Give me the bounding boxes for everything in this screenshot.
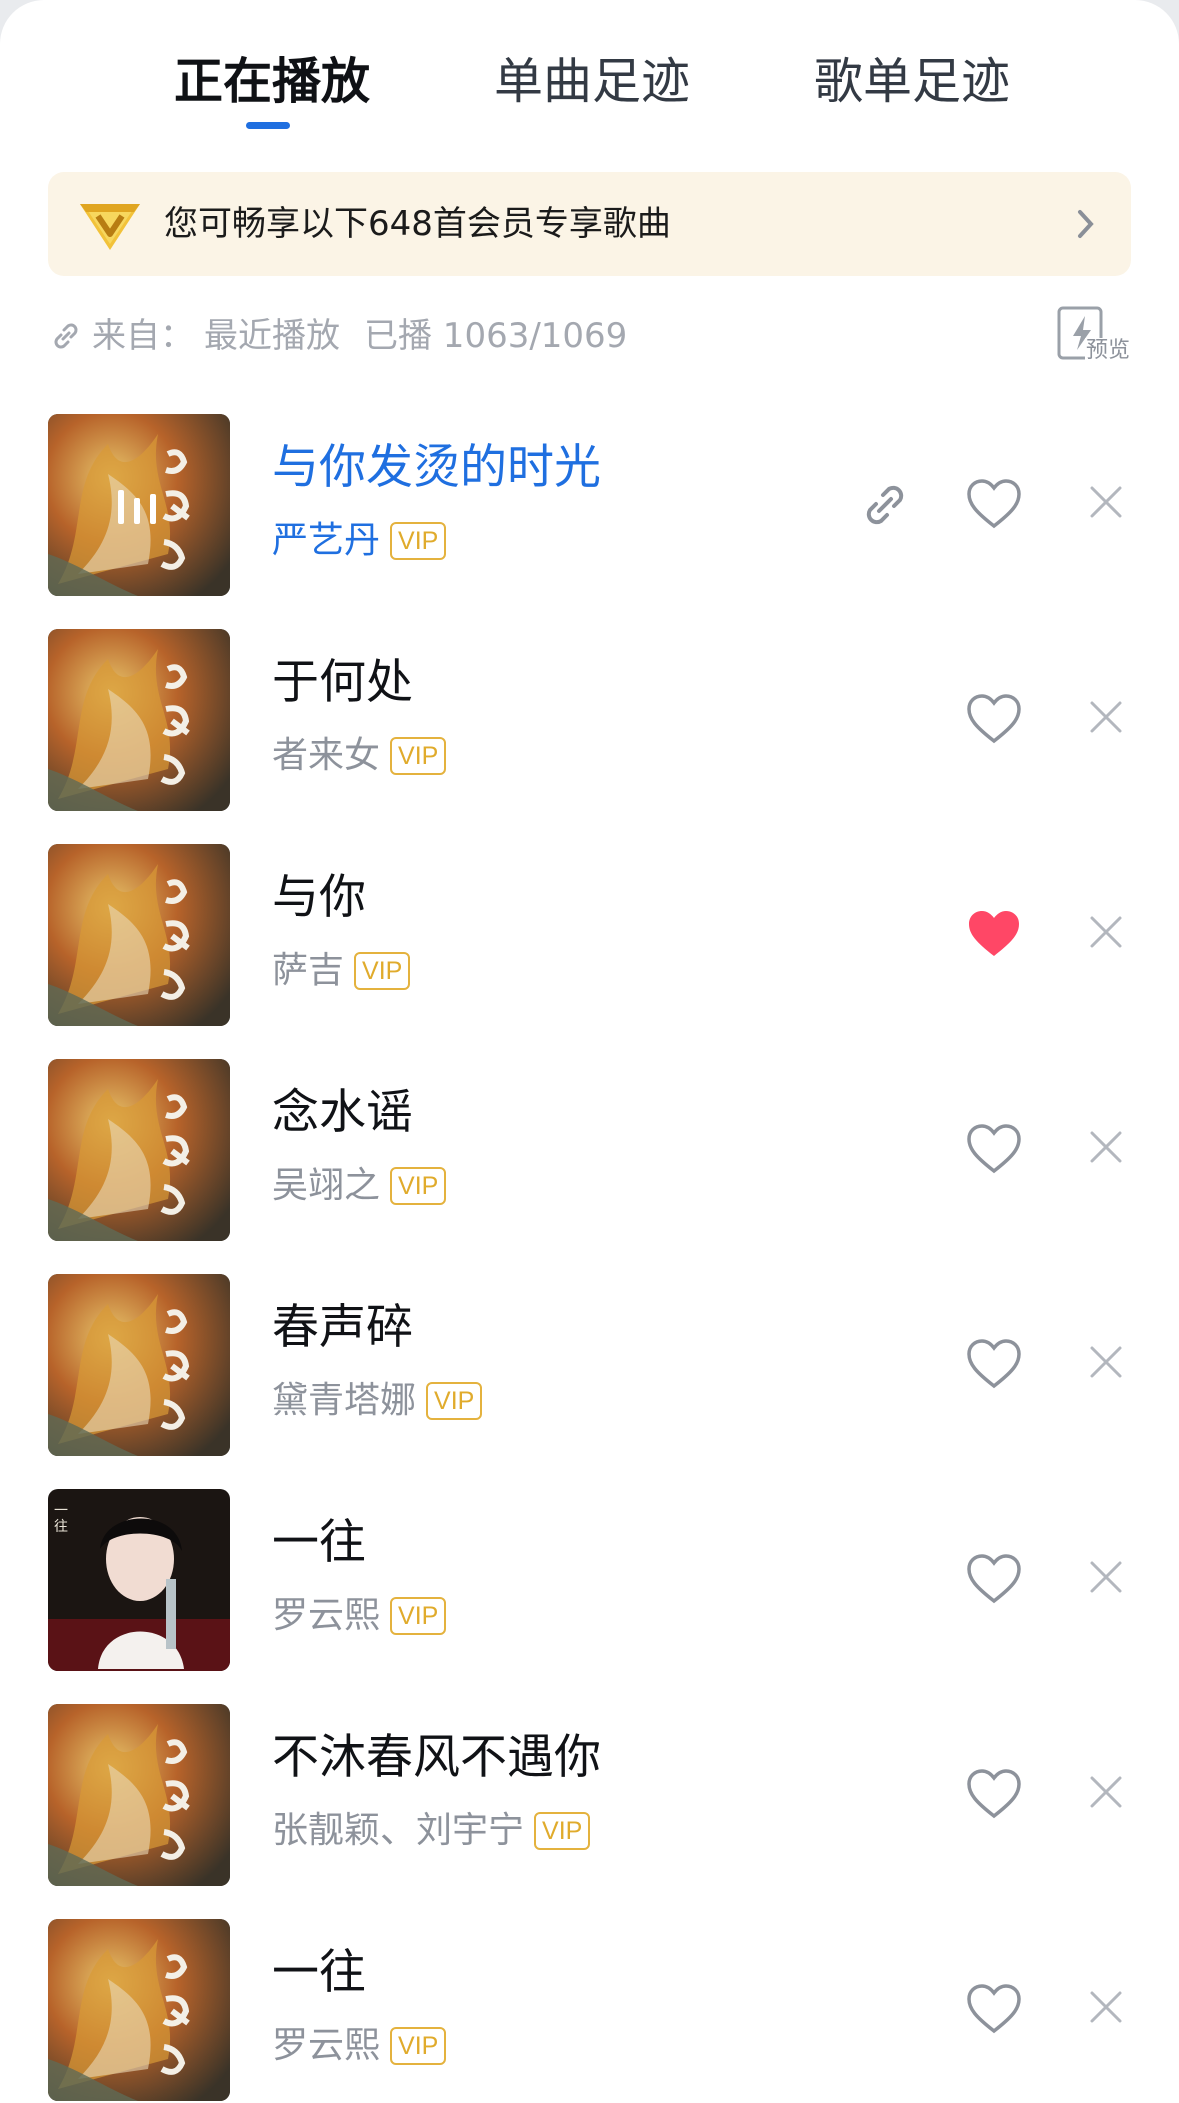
link-icon [54, 323, 78, 349]
source-label: 来自： [92, 316, 194, 356]
source-text: 来自： 最近播放 已播 1063/1069 [92, 306, 627, 366]
vip-banner[interactable]: 您可畅享以下648首会员专享歌曲 [48, 172, 1131, 276]
source-info: 来自： 最近播放 已播 1063/1069 预览 [48, 306, 1131, 366]
song-title: 与你发烫的时光 [272, 440, 601, 495]
vip-badge: VIP [390, 737, 447, 775]
song-title: 念水谣 [272, 1085, 413, 1140]
remove-icon[interactable] [1086, 1127, 1126, 1167]
remove-icon[interactable] [1086, 1987, 1126, 2027]
artist-line: 萨吉 VIP [272, 948, 411, 994]
remove-icon[interactable] [1086, 1342, 1126, 1382]
album-cover[interactable] [48, 414, 230, 596]
chain-link-icon[interactable] [858, 478, 912, 532]
chevron-right-icon [1078, 210, 1094, 238]
heart-icon[interactable] [966, 693, 1022, 745]
artist-line: 罗云熙 VIP [272, 2023, 447, 2069]
remove-icon[interactable] [1086, 482, 1126, 522]
preview-button[interactable]: 预览 [1049, 304, 1131, 370]
artist-line: 吴翊之 VIP [272, 1163, 447, 1209]
album-cover[interactable] [48, 629, 230, 811]
artist-name: 严艺丹 [272, 520, 381, 561]
active-tab-indicator [246, 122, 290, 129]
artist-name: 吴翊之 [272, 1165, 381, 1206]
artist-name: 罗云熙 [272, 2025, 381, 2066]
vip-badge: VIP [390, 2027, 447, 2065]
remove-icon[interactable] [1086, 1557, 1126, 1597]
song-title: 春声碎 [272, 1300, 413, 1355]
song-title: 与你 [272, 870, 366, 925]
played-count: 已播 1063/1069 [364, 316, 628, 356]
cover-title-text: 一往 [54, 1503, 68, 1535]
tab-now-playing[interactable]: 正在播放 [174, 52, 370, 112]
song-row[interactable]: 与你发烫的时光严艺丹 VIP [0, 396, 1179, 612]
tab-song-history[interactable]: 单曲足迹 [494, 52, 690, 112]
artist-line: 张靓颖、刘宇宁 VIP [272, 1808, 591, 1854]
artist-line: 罗云熙 VIP [272, 1593, 447, 1639]
remove-icon[interactable] [1086, 912, 1126, 952]
song-title: 一往 [272, 1945, 366, 2000]
album-cover[interactable]: 一往 [48, 1489, 230, 1671]
artist-line: 黛青塔娜 VIP [272, 1378, 483, 1424]
album-cover[interactable] [48, 1919, 230, 2101]
song-row[interactable]: 一往罗云熙 VIP [0, 1901, 1179, 2103]
album-cover[interactable] [48, 1274, 230, 1456]
vip-badge: VIP [390, 522, 447, 560]
heart-filled-icon[interactable] [966, 908, 1022, 960]
song-row[interactable]: 不沐春风不遇你张靓颖、刘宇宁 VIP [0, 1686, 1179, 1902]
artist-name: 萨吉 [272, 950, 345, 991]
vip-badge: VIP [390, 1597, 447, 1635]
playlist-sheet: 正在播放 单曲足迹 歌单足迹 您可畅享以下648首会员专享歌曲 来自： 最近播放已… [0, 0, 1179, 2103]
song-title: 一往 [272, 1515, 366, 1570]
tab-bar: 正在播放 单曲足迹 歌单足迹 [0, 0, 1179, 150]
song-row[interactable]: 一往 一往罗云熙 VIP [0, 1471, 1179, 1687]
artist-line: 严艺丹 VIP [272, 518, 447, 564]
artist-name: 者来女 [272, 735, 381, 776]
heart-icon[interactable] [966, 1338, 1022, 1390]
preview-label: 预览 [1085, 338, 1131, 364]
heart-icon[interactable] [966, 1983, 1022, 2035]
artist-line: 者来女 VIP [272, 733, 447, 779]
song-title: 于何处 [272, 655, 413, 710]
vip-banner-text: 您可畅享以下648首会员专享歌曲 [164, 204, 671, 244]
album-cover[interactable] [48, 1704, 230, 1886]
playing-equalizer-icon [118, 490, 156, 524]
vip-diamond-icon [80, 204, 140, 250]
album-cover[interactable] [48, 1059, 230, 1241]
tab-playlist-history[interactable]: 歌单足迹 [814, 52, 1010, 112]
artist-name: 黛青塔娜 [272, 1380, 417, 1421]
remove-icon[interactable] [1086, 697, 1126, 737]
heart-icon[interactable] [966, 1123, 1022, 1175]
vip-badge: VIP [426, 1382, 483, 1420]
remove-icon[interactable] [1086, 1772, 1126, 1812]
song-row[interactable]: 与你萨吉 VIP [0, 826, 1179, 1042]
vip-badge: VIP [354, 952, 411, 990]
artist-name: 罗云熙 [272, 1595, 381, 1636]
song-row[interactable]: 春声碎黛青塔娜 VIP [0, 1256, 1179, 1472]
source-name[interactable]: 最近播放 [204, 316, 340, 356]
artist-name: 张靓颖、刘宇宁 [272, 1810, 525, 1851]
vip-badge: VIP [534, 1812, 591, 1850]
heart-icon[interactable] [966, 478, 1022, 530]
heart-icon[interactable] [966, 1553, 1022, 1605]
vip-badge: VIP [390, 1167, 447, 1205]
song-row[interactable]: 念水谣吴翊之 VIP [0, 1041, 1179, 1257]
song-row[interactable]: 于何处者来女 VIP [0, 611, 1179, 827]
heart-icon[interactable] [966, 1768, 1022, 1820]
album-cover[interactable] [48, 844, 230, 1026]
song-title: 不沐春风不遇你 [272, 1730, 601, 1785]
